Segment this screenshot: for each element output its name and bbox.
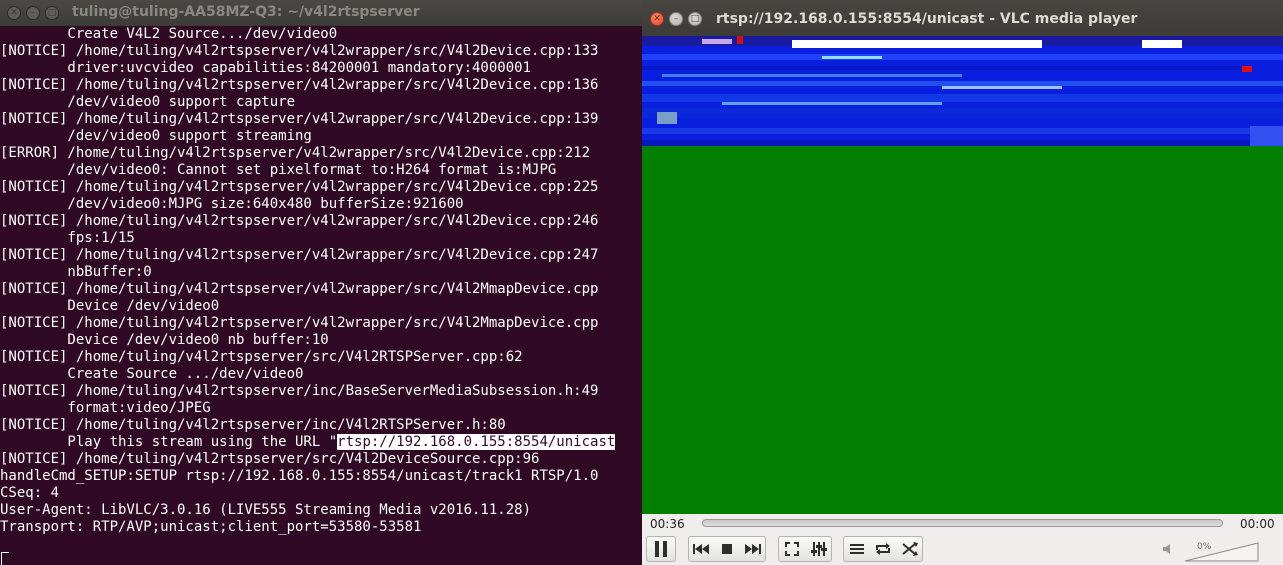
elapsed-time: 00:36 [650,517,685,531]
terminal-title: tuling@tuling-AA58MZ-Q3: ~/v4l2rtspserve… [72,4,420,20]
terminal-line: [NOTICE] /home/tuling/v4l2rtspserver/v4l… [0,281,599,297]
terminal-line: User-Agent: LibVLC/3.0.16 (LIVE555 Strea… [0,502,532,518]
terminal-output[interactable]: Create V4L2 Source.../dev/video0 [NOTICE]… [0,26,642,565]
minimize-icon[interactable]: – [669,12,683,26]
volume-level: 0% [1197,542,1212,552]
mute-button[interactable] [1160,536,1176,562]
maximize-icon[interactable]: □ [45,6,59,20]
terminal-line: [NOTICE] /home/tuling/v4l2rtspserver/src… [0,451,540,467]
terminal-line: [ERROR] /home/tuling/v4l2rtspserver/v4l2… [0,145,591,161]
next-button[interactable] [740,536,766,562]
terminal-line: [NOTICE] /home/tuling/v4l2rtspserver/inc… [0,383,599,399]
terminal-lines-after: [NOTICE] /home/tuling/v4l2rtspserver/src… [0,451,642,536]
shuffle-button[interactable] [896,536,923,562]
pause-button[interactable] [646,536,676,562]
minimize-icon[interactable]: – [26,6,40,20]
fullscreen-icon [784,542,799,556]
terminal-line: Create Source .../dev/video0 [0,366,304,382]
terminal-line: driver:uvcvideo capabilities:84200001 ma… [0,60,532,76]
terminal-line: [NOTICE] /home/tuling/v4l2rtspserver/inc… [0,417,506,433]
shuffle-icon [901,542,918,556]
terminal-line: [NOTICE] /home/tuling/v4l2rtspserver/v4l… [0,77,599,93]
close-icon[interactable]: ✕ [650,12,664,26]
total-time: 00:00 [1240,517,1275,531]
terminal-line: Device /dev/video0 nb buffer:10 [0,332,329,348]
pause-icon [655,541,667,557]
loop-button[interactable] [870,536,896,562]
previous-icon [693,544,709,554]
vlc-controls: 00:36 00:00 0% [642,514,1283,565]
terminal-line: handleCmd_SETUP:SETUP rtsp://192.168.0.1… [0,468,599,484]
vlc-window[interactable]: ✕ – □ rtsp://192.168.0.155:8554/unicast … [642,0,1283,565]
equalizer-icon [810,542,827,556]
terminal-line-play-url: Play this stream using the URL "rtsp://1… [0,434,642,451]
terminal-line: [NOTICE] /home/tuling/v4l2rtspserver/v4l… [0,213,599,229]
previous-button[interactable] [688,536,714,562]
loop-icon [876,543,890,555]
close-icon[interactable]: ✕ [7,6,21,20]
terminal-line: Device /dev/video0 [0,298,220,314]
fullscreen-button[interactable] [778,536,805,562]
terminal-line: [NOTICE] /home/tuling/v4l2rtspserver/v4l… [0,179,599,195]
playlist-button[interactable] [843,536,870,562]
terminal-lines: Create V4L2 Source.../dev/video0 [NOTICE]… [0,26,642,434]
seek-bar[interactable] [702,519,1223,527]
video-area[interactable] [642,36,1283,514]
terminal-window[interactable]: ✕ – □ tuling@tuling-AA58MZ-Q3: ~/v4l2rts… [0,0,642,565]
vlc-title: rtsp://192.168.0.155:8554/unicast - VLC … [716,11,1138,27]
play-url-prefix: Play this stream using the URL " [0,434,338,450]
stop-icon [722,544,732,554]
speaker-icon [1163,544,1170,554]
extended-settings-button[interactable] [805,536,832,562]
terminal-line: [NOTICE] /home/tuling/v4l2rtspserver/src… [0,349,523,365]
terminal-line: /dev/video0:MJPG size:640x480 bufferSize… [0,196,464,212]
terminal-line: /dev/video0 support streaming [0,128,312,144]
playlist-icon [849,544,864,554]
stop-button[interactable] [714,536,740,562]
maximize-icon[interactable]: □ [688,12,702,26]
video-glitch-frame [642,36,1283,146]
terminal-line: [NOTICE] /home/tuling/v4l2rtspserver/v4l… [0,315,599,331]
next-icon [745,544,761,554]
terminal-line: Create V4L2 Source.../dev/video0 [0,26,338,42]
terminal-line: nbBuffer:0 [0,264,152,280]
terminal-line: [NOTICE] /home/tuling/v4l2rtspserver/v4l… [0,111,599,127]
terminal-line: Transport: RTP/AVP;unicast;client_port=5… [0,519,422,535]
terminal-line: CSeq: 4 [0,485,60,501]
terminal-line: format:video/JPEG [0,400,211,416]
vlc-titlebar[interactable]: ✕ – □ rtsp://192.168.0.155:8554/unicast … [642,0,1283,36]
selected-url[interactable]: rtsp://192.168.0.155:8554/unicast [337,434,616,450]
terminal-titlebar[interactable]: ✕ – □ tuling@tuling-AA58MZ-Q3: ~/v4l2rts… [0,0,642,26]
terminal-line: /dev/video0: Cannot set pixelformat to:H… [0,162,557,178]
terminal-line: fps:1/15 [0,230,135,246]
terminal-cursor [1,552,9,565]
terminal-line: [NOTICE] /home/tuling/v4l2rtspserver/v4l… [0,43,599,59]
terminal-line: /dev/video0 support capture [0,94,296,110]
terminal-line: [NOTICE] /home/tuling/v4l2rtspserver/v4l… [0,247,599,263]
